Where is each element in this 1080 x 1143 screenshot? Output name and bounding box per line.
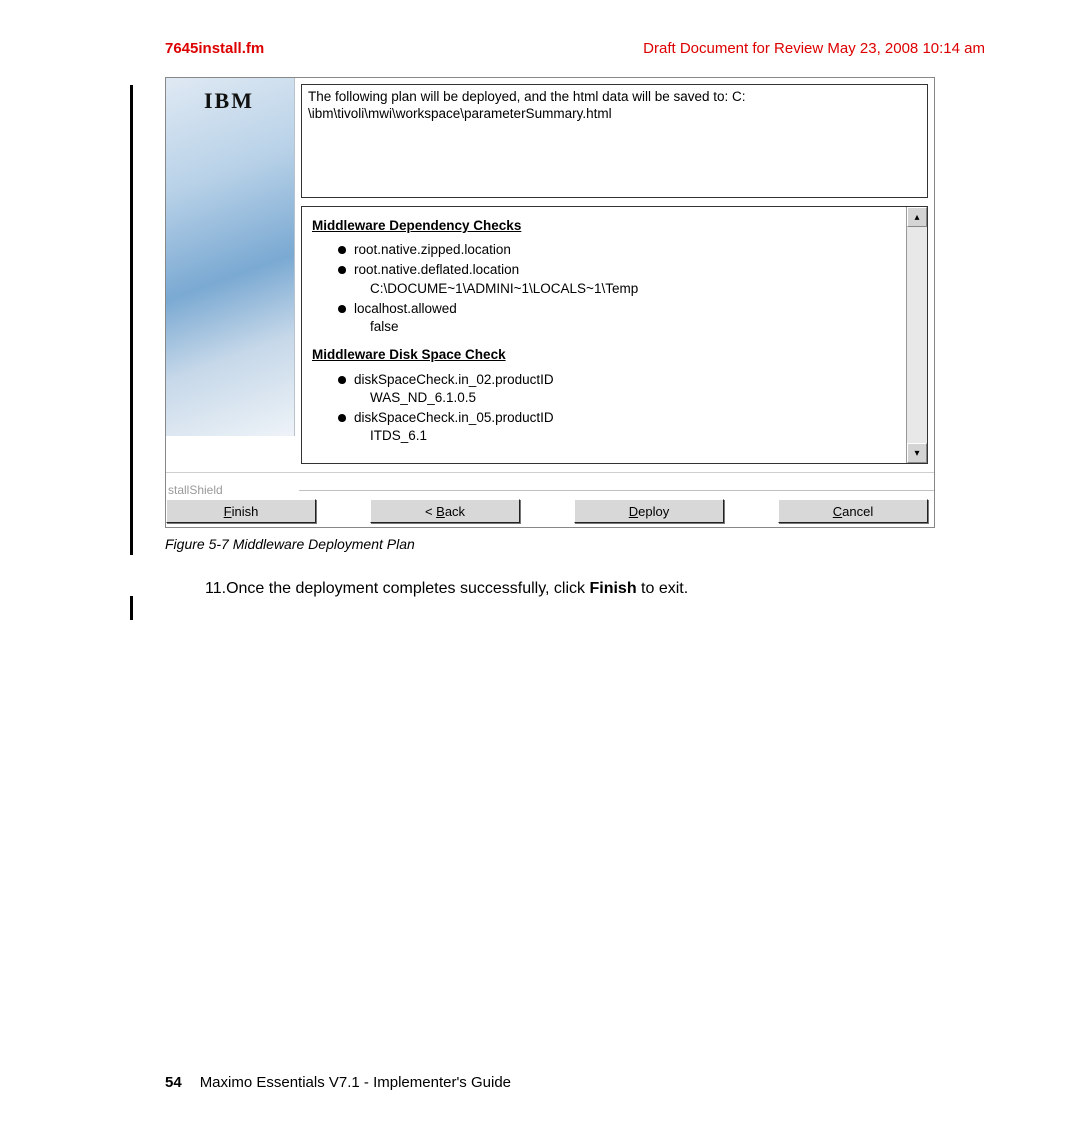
dependency-list: root.native.zipped.location root.native.… — [338, 241, 899, 336]
change-bar — [130, 85, 133, 555]
list-item: localhost.allowed false — [338, 300, 899, 336]
footer-title: Maximo Essentials V7.1 - Implementer's G… — [200, 1074, 511, 1091]
change-bar — [130, 596, 133, 620]
back-button[interactable]: < Back — [370, 499, 520, 523]
deploy-button[interactable]: Deploy — [574, 499, 724, 523]
installer-side-panel: IBM — [166, 78, 295, 436]
plan-text-line: The following plan will be deployed, and… — [308, 89, 921, 106]
figure-caption: Figure 5-7 Middleware Deployment Plan — [165, 536, 985, 552]
step-bold: Finish — [589, 580, 636, 597]
list-item: diskSpaceCheck.in_02.productID WAS_ND_6.… — [338, 371, 899, 407]
page-header: 7645install.fm Draft Document for Review… — [165, 40, 985, 57]
diskspace-list: diskSpaceCheck.in_02.productID WAS_ND_6.… — [338, 371, 899, 446]
scroll-up-button[interactable]: ▴ — [907, 207, 927, 227]
page-footer: 54 Maximo Essentials V7.1 - Implementer's… — [165, 1074, 511, 1091]
numbered-step: 11.Once the deployment completes success… — [205, 580, 985, 598]
plan-text-line: \ibm\tivoli\mwi\workspace\parameterSumma… — [308, 106, 921, 123]
header-draft-stamp: Draft Document for Review May 23, 2008 1… — [643, 40, 985, 57]
ibm-logo: IBM — [204, 88, 254, 114]
page-number: 54 — [165, 1074, 182, 1091]
checks-panel: Middleware Dependency Checks root.native… — [301, 206, 928, 464]
step-text: Once the deployment completes successful… — [226, 580, 589, 597]
list-item: diskSpaceCheck.in_05.productID ITDS_6.1 — [338, 409, 899, 445]
list-item: root.native.zipped.location — [338, 241, 899, 259]
section-heading-diskspace: Middleware Disk Space Check — [312, 346, 899, 364]
installer-screenshot: IBM The following plan will be deployed,… — [165, 77, 935, 528]
installshield-label: stallShield — [168, 483, 223, 497]
section-heading-dependency: Middleware Dependency Checks — [312, 217, 899, 235]
deployment-plan-summary: The following plan will be deployed, and… — [301, 84, 928, 198]
document-page: 7645install.fm Draft Document for Review… — [0, 0, 1080, 1143]
list-item: root.native.deflated.location C:\DOCUME~… — [338, 261, 899, 297]
scrollbar[interactable]: ▴ ▾ — [906, 207, 927, 463]
finish-button[interactable]: Finish — [166, 499, 316, 523]
installer-bottom-bar: stallShield Finish < Back Deploy Cancel — [166, 472, 934, 527]
step-text: to exit. — [637, 580, 689, 597]
scroll-down-button[interactable]: ▾ — [907, 443, 927, 463]
installer-main-area: The following plan will be deployed, and… — [295, 78, 934, 472]
divider — [299, 490, 934, 491]
step-number: 11. — [205, 580, 226, 597]
header-filename: 7645install.fm — [165, 40, 264, 57]
cancel-button[interactable]: Cancel — [778, 499, 928, 523]
